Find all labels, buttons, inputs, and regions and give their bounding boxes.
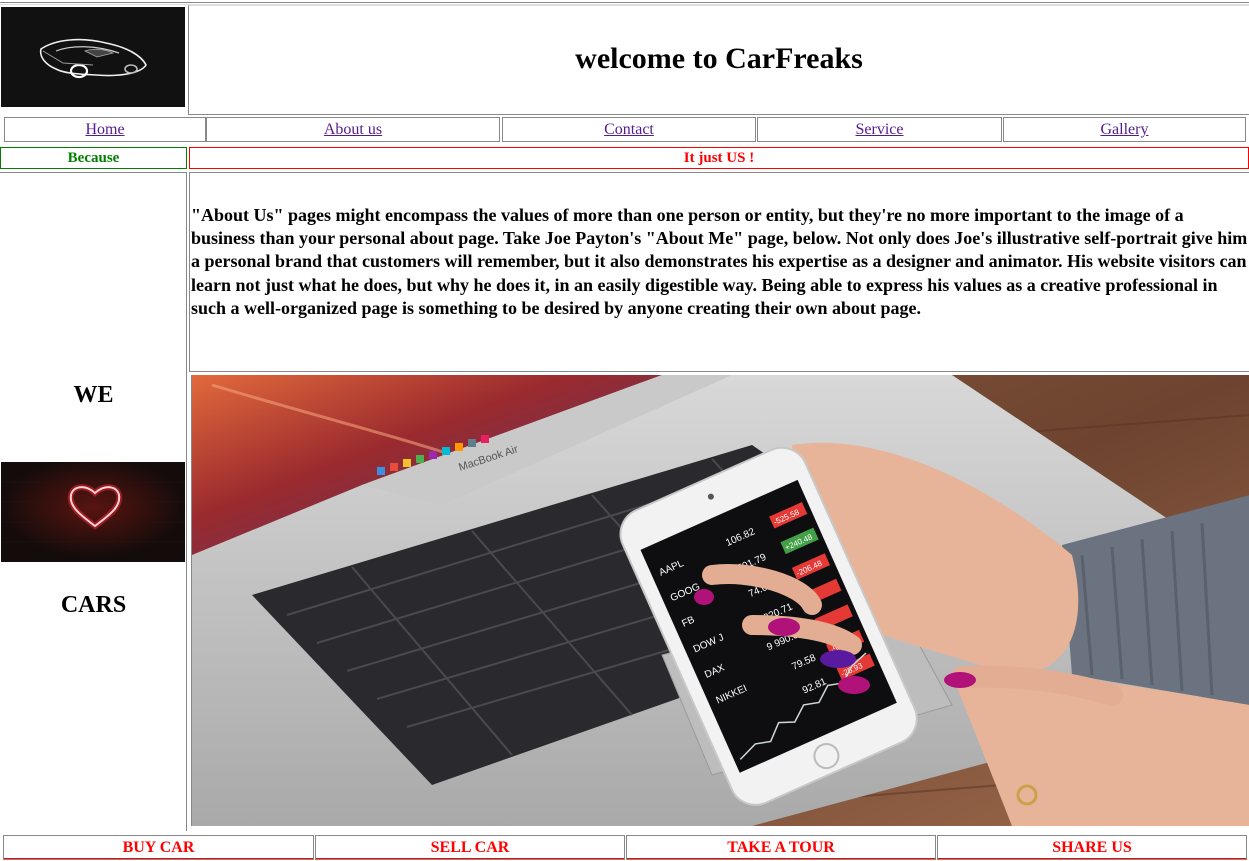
sidebar-word-we: WE xyxy=(73,382,114,408)
nav-link-home[interactable]: Home xyxy=(85,121,124,138)
tagline-right: It just US ! xyxy=(189,147,1249,169)
nav-item-about: About us xyxy=(206,117,500,142)
nav-link-about-us[interactable]: About us xyxy=(324,121,382,138)
photo-graphic: MacBook Air AAPL 106.82 -525.58 GOOG 501… xyxy=(192,375,1249,826)
page-title: welcome to CarFreaks xyxy=(575,42,863,75)
footer-take-a-tour[interactable]: TAKE A TOUR xyxy=(626,835,936,860)
sidebar-word-cars: CARS xyxy=(60,592,127,618)
car-logo-icon xyxy=(1,7,185,107)
nav-link-contact[interactable]: Contact xyxy=(604,121,654,138)
footer-buy-car[interactable]: BUY CAR xyxy=(3,835,314,860)
neon-heart-icon xyxy=(1,462,185,562)
about-section: "About Us" pages might encompass the val… xyxy=(189,172,1249,372)
nav-item-contact: Contact xyxy=(502,117,756,142)
nav-item-service: Service xyxy=(757,117,1002,142)
tagline-left: Because xyxy=(0,147,187,169)
nav-item-home: Home xyxy=(4,117,206,142)
nav-link-service[interactable]: Service xyxy=(856,121,904,138)
title-cell: welcome to CarFreaks xyxy=(188,5,1249,115)
laptop-phone-photo: MacBook Air AAPL 106.82 -525.58 GOOG 501… xyxy=(191,375,1249,826)
footer-share-us[interactable]: SHARE US xyxy=(937,835,1247,860)
nav-link-gallery[interactable]: Gallery xyxy=(1101,121,1149,138)
logo xyxy=(1,7,185,107)
about-paragraph: "About Us" pages might encompass the val… xyxy=(191,205,1248,318)
nav-item-gallery: Gallery xyxy=(1003,117,1246,142)
footer-sell-car[interactable]: SELL CAR xyxy=(315,835,625,860)
heart-image xyxy=(1,462,185,562)
